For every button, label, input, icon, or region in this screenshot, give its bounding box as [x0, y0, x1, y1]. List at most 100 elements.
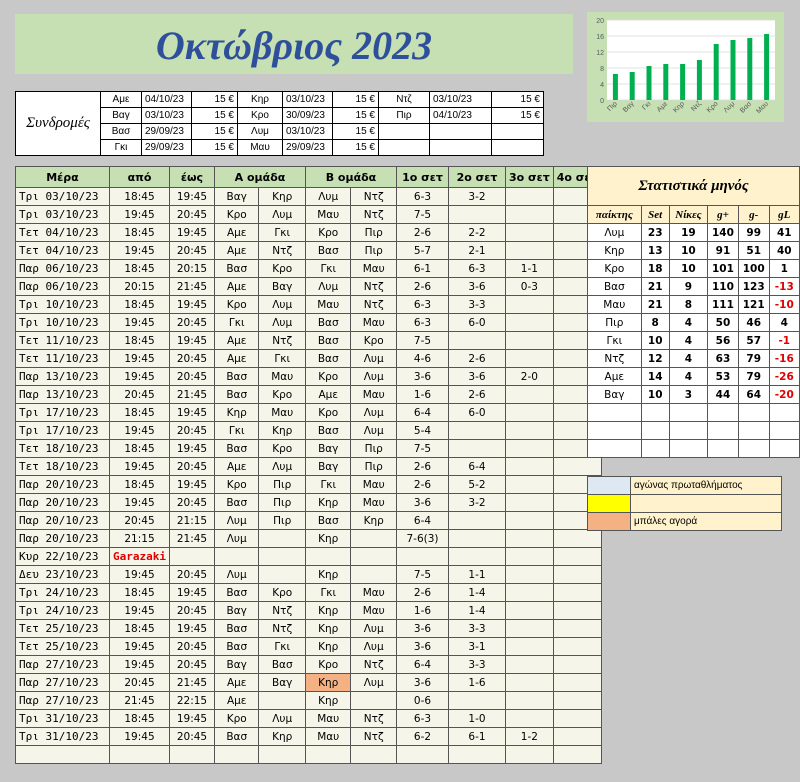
set1-cell[interactable]: 6-3 [395, 187, 449, 206]
set1-cell[interactable]: 1-6 [395, 385, 449, 404]
team-a-player1[interactable]: Αμε [213, 457, 260, 476]
team-a-player1[interactable]: Γκι [213, 421, 260, 440]
player-name[interactable]: Γκι [587, 331, 642, 350]
set3-cell[interactable] [504, 403, 554, 422]
set4-cell[interactable] [552, 709, 602, 728]
team-a-player2[interactable]: Ντζ [258, 331, 306, 350]
team-b-player1[interactable]: Κηρ [304, 619, 352, 638]
from-cell[interactable]: 18:45 [109, 403, 170, 422]
set1-cell[interactable]: 7-5 [395, 439, 449, 458]
set3-cell[interactable] [504, 241, 554, 260]
team-a-player1[interactable]: Κρο [213, 295, 260, 314]
set4-cell[interactable] [552, 547, 602, 566]
set2-cell[interactable]: 2-1 [447, 241, 506, 260]
to-cell[interactable]: 20:45 [168, 493, 215, 512]
games-diff-cell[interactable]: -1 [768, 331, 800, 350]
from-cell[interactable]: 18:45 [109, 223, 170, 242]
set2-cell[interactable]: 1-4 [447, 583, 506, 602]
set4-cell[interactable] [552, 673, 602, 692]
sets-cell[interactable]: 12 [640, 349, 670, 368]
set4-cell[interactable] [552, 637, 602, 656]
empty-cell[interactable] [737, 439, 770, 458]
set4-cell[interactable] [552, 583, 602, 602]
team-b-player2[interactable]: Μαυ [350, 493, 397, 512]
sets-cell[interactable]: 21 [640, 295, 670, 314]
subscription-amount[interactable]: 15 € [332, 139, 379, 156]
subscriber-name[interactable]: Βαγ [100, 107, 142, 124]
set1-cell[interactable] [395, 547, 449, 566]
set1-cell[interactable]: 3-6 [395, 493, 449, 512]
col-header-from[interactable]: από [109, 166, 170, 188]
to-cell[interactable]: 20:45 [168, 637, 215, 656]
team-b-player1[interactable]: Μαυ [304, 295, 352, 314]
subscription-amount[interactable]: 15 € [191, 139, 238, 156]
from-cell[interactable]: 19:45 [109, 367, 170, 386]
team-a-player2[interactable]: Κρο [258, 439, 306, 458]
set3-cell[interactable] [504, 583, 554, 602]
set4-cell[interactable] [552, 457, 602, 476]
set1-cell[interactable]: 6-4 [395, 403, 449, 422]
to-cell[interactable]: 20:45 [168, 601, 215, 620]
team-b-player2[interactable]: Μαυ [350, 259, 397, 278]
team-a-player2[interactable]: Πιρ [258, 511, 306, 530]
set3-cell[interactable] [504, 673, 554, 692]
team-b-player1[interactable]: Μαυ [304, 709, 352, 728]
team-b-player2[interactable] [350, 691, 397, 710]
to-cell[interactable]: 20:45 [168, 349, 215, 368]
team-a-player1[interactable]: Κρο [213, 475, 260, 494]
set3-cell[interactable] [504, 331, 554, 350]
team-a-player2[interactable]: Γκι [258, 637, 306, 656]
from-cell[interactable]: 19:45 [109, 493, 170, 512]
day-cell[interactable]: Τρι 24/10/23 [15, 583, 110, 602]
from-cell[interactable]: 18:45 [109, 187, 170, 206]
team-b-player1[interactable]: Βασ [304, 349, 352, 368]
team-b-player2[interactable] [350, 565, 397, 584]
player-name[interactable]: Κρο [587, 259, 642, 278]
set2-cell[interactable]: 2-6 [447, 349, 506, 368]
from-cell[interactable]: 21:45 [109, 691, 170, 710]
team-a-player2[interactable]: Ντζ [258, 601, 306, 620]
wins-cell[interactable]: 4 [668, 313, 709, 332]
player-name[interactable]: Λυμ [587, 223, 642, 242]
subscription-date[interactable]: 03/10/23 [282, 91, 333, 108]
subscription-date[interactable]: 04/10/23 [141, 91, 192, 108]
day-cell[interactable]: Κυρ 22/10/23 [15, 547, 110, 566]
set1-cell[interactable]: 2-6 [395, 277, 449, 296]
team-a-player1[interactable]: Λυμ [213, 529, 260, 548]
set3-cell[interactable] [504, 223, 554, 242]
team-b-player1[interactable]: Κρο [304, 655, 352, 674]
subscriber-name[interactable] [378, 139, 430, 156]
team-a-player1[interactable]: Βασ [213, 385, 260, 404]
team-a-player2[interactable]: Κηρ [258, 727, 306, 746]
set2-cell[interactable]: 3-2 [447, 187, 506, 206]
team-b-player2[interactable]: Κρο [350, 331, 397, 350]
chart-panel[interactable]: 0 4 8 12 16 20 Πιρ Βαγ Γκι Αμε Κηρ Ντζ Κρο Λυμ Βασ Μαυ [587, 12, 784, 122]
team-b-player2[interactable]: Λυμ [350, 367, 397, 386]
set1-cell[interactable]: 3-6 [395, 367, 449, 386]
empty-cell[interactable] [707, 439, 739, 458]
team-a-player1[interactable]: Βασ [213, 439, 260, 458]
empty-cell[interactable] [737, 421, 770, 440]
empty-cell[interactable] [552, 745, 602, 764]
subscription-amount[interactable]: 15 € [332, 123, 379, 140]
from-cell[interactable]: 19:45 [109, 457, 170, 476]
set1-cell[interactable]: 6-3 [395, 295, 449, 314]
team-b-player2[interactable]: Μαυ [350, 601, 397, 620]
to-cell[interactable]: 21:45 [168, 385, 215, 404]
team-b-player1[interactable]: Λυμ [304, 277, 352, 296]
set4-cell[interactable] [552, 619, 602, 638]
team-b-player1[interactable]: Κρο [304, 223, 352, 242]
set2-cell[interactable]: 1-4 [447, 601, 506, 620]
empty-cell[interactable] [768, 421, 800, 440]
empty-cell[interactable] [640, 403, 670, 422]
subscriber-name[interactable]: Μαυ [237, 139, 283, 156]
games-diff-cell[interactable]: -10 [768, 295, 800, 314]
subscription-amount[interactable]: 15 € [332, 91, 379, 108]
games-plus-cell[interactable]: 110 [707, 277, 739, 296]
day-cell[interactable]: Τρι 31/10/23 [15, 727, 110, 746]
to-cell[interactable]: 19:45 [168, 475, 215, 494]
team-b-player2[interactable]: Ντζ [350, 205, 397, 224]
set2-cell[interactable] [447, 205, 506, 224]
subscriber-name[interactable]: Γκι [100, 139, 142, 156]
empty-cell[interactable] [447, 745, 506, 764]
